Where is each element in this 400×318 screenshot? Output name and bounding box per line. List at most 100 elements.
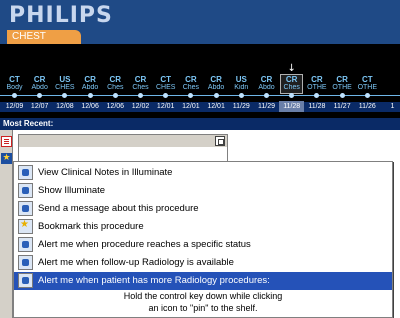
menu-item-label: Bookmark this procedure: [38, 221, 144, 232]
timeline-dot: [238, 93, 244, 98]
procedure-body-part: Abdo: [258, 84, 275, 91]
procedure-modality: US: [235, 75, 247, 84]
message-icon: [18, 201, 33, 216]
timeline-procedure[interactable]: CR OTHE 11/28: [304, 44, 329, 118]
timeline-procedure[interactable]: CT CHES 12/01: [153, 44, 178, 118]
procedure-date: 11/26: [358, 103, 376, 110]
timeline-dot: [364, 93, 370, 98]
procedure-date: 12/01: [182, 103, 200, 110]
menu-item-send-message[interactable]: Send a message about this procedure: [14, 200, 392, 218]
procedure-modality: CR: [134, 75, 147, 84]
procedure-date: 12/01: [156, 103, 175, 110]
timeline-dot: [188, 93, 194, 98]
procedure-body-part: Abdo: [81, 84, 99, 91]
most-recent-label: Most Recent:: [0, 118, 400, 130]
procedure-body-part: Ches: [132, 84, 149, 91]
timeline-dot: [289, 93, 295, 98]
procedure-date: 12/06: [106, 103, 125, 110]
timeline-dot: [213, 93, 219, 98]
menu-item-label: Show Illuminate: [38, 185, 106, 196]
illuminate-icon: [18, 183, 33, 198]
procedure-date: 12/01: [207, 103, 225, 110]
procedure-body-part: OTHE: [357, 84, 378, 91]
bookmark-icon: [18, 219, 33, 234]
timeline-dot: [163, 93, 169, 98]
procedure-modality: CR: [109, 75, 122, 84]
section-tab-chest[interactable]: CHEST: [7, 30, 81, 44]
menu-item-alert-more-procedures[interactable]: Alert me when patient has more Radiology…: [14, 272, 392, 290]
timeline-procedure[interactable]: CR Abdo 12/01: [204, 44, 229, 118]
menu-hint-line-1: Hold the control key down while clicking: [123, 291, 283, 301]
timeline-dot: [12, 93, 17, 98]
procedure-modality: US: [59, 75, 71, 84]
procedure-body-part: Kidn: [234, 84, 249, 91]
alert-followup-icon: [18, 255, 33, 270]
timeline-procedure[interactable]: CR Abdo 11/29: [254, 44, 279, 118]
procedure-body-part: Ches: [283, 84, 300, 91]
procedure-modality: CT: [361, 75, 373, 84]
menu-item-alert-followup[interactable]: Alert me when follow-up Radiology is ava…: [14, 254, 392, 272]
procedure-date: 12/08: [56, 103, 74, 110]
procedure-date: 11/27: [333, 103, 351, 110]
procedure-modality: CR: [84, 75, 96, 84]
procedure-date: 1: [390, 103, 395, 110]
philips-logo: PHILIPS: [9, 3, 113, 28]
procedure-body-part: Abdo: [207, 84, 225, 91]
timeline-procedure[interactable]: US CHES 12/08: [52, 44, 77, 118]
timeline-procedure[interactable]: ↓ CR Ches 11/28: [279, 44, 305, 118]
procedure-body-part: Body: [6, 84, 23, 91]
timeline-procedure[interactable]: US Kidn 11/29: [229, 44, 254, 118]
timeline-procedure[interactable]: CT Body 12/09: [2, 44, 27, 118]
maximize-icon[interactable]: [215, 136, 225, 146]
alert-status-icon: [18, 237, 33, 252]
notes-icon: [18, 165, 33, 180]
app-header: PHILIPS CHEST: [0, 0, 400, 44]
timeline-procedure[interactable]: CT OTHE 11/26: [355, 44, 380, 118]
menu-item-view-clinical-notes[interactable]: View Clinical Notes in Illuminate: [14, 164, 392, 182]
procedure-modality: CR: [285, 75, 298, 84]
procedure-date: 12/09: [5, 103, 24, 110]
procedure-window: [18, 134, 228, 162]
procedure-modality: CR: [260, 75, 273, 84]
menu-item-label: Alert me when patient has more Radiology…: [38, 275, 270, 286]
procedure-body-part: Abdo: [31, 84, 48, 91]
procedure-timeline: CT Body 12/09 CR Abdo 12/07 US CHES 12/08 CR Abdo 1…: [0, 44, 400, 118]
procedure-modality: CR: [33, 75, 46, 84]
timeline-dot: [138, 93, 143, 98]
context-menu: View Clinical Notes in Illuminate Show I…: [13, 161, 393, 318]
menu-item-alert-status[interactable]: Alert me when procedure reaches a specif…: [14, 236, 392, 254]
procedure-body-part: CHES: [55, 84, 75, 91]
timeline-procedure[interactable]: 1: [380, 44, 400, 118]
menu-hint: Hold the control key down while clicking…: [14, 290, 392, 314]
timeline-dot: [87, 93, 93, 98]
document-icon[interactable]: [1, 136, 12, 147]
menu-item-show-illuminate[interactable]: Show Illuminate: [14, 182, 392, 200]
procedure-modality: CR: [185, 75, 197, 84]
procedure-window-titlebar: [19, 135, 227, 147]
menu-item-bookmark[interactable]: Bookmark this procedure: [14, 218, 392, 236]
timeline-procedure[interactable]: CR Ches 12/06: [103, 44, 128, 118]
procedure-modality: CR: [311, 75, 323, 84]
procedure-date: 11/29: [232, 103, 250, 110]
procedure-modality: CT: [160, 75, 172, 84]
timeline-procedure[interactable]: CR Ches 12/01: [178, 44, 203, 118]
procedure-date: 12/07: [30, 103, 49, 110]
selection-arrow-icon: ↓: [287, 63, 296, 74]
timeline-dot: [339, 93, 345, 98]
procedure-body-part: OTHE: [307, 84, 327, 91]
star-icon[interactable]: ★: [1, 153, 12, 164]
timeline-procedure[interactable]: CR Ches 12/02: [128, 44, 153, 118]
procedure-modality: CR: [210, 75, 222, 84]
timeline-procedure[interactable]: CR OTHE 11/27: [330, 44, 355, 118]
timeline-dot: [112, 93, 118, 98]
menu-hint-line-2: an icon to "pin" to the shelf.: [148, 303, 258, 313]
procedure-body-part: Ches: [182, 84, 200, 91]
timeline-procedure[interactable]: CR Abdo 12/07: [27, 44, 52, 118]
alert-more-procedures-icon: [18, 273, 33, 288]
timeline-procedure[interactable]: CR Abdo 12/06: [78, 44, 103, 118]
procedure-date: 11/29: [258, 103, 275, 110]
procedure-modality: CR: [336, 75, 348, 84]
menu-item-label: View Clinical Notes in Illuminate: [38, 167, 173, 178]
procedure-date: 11/28: [283, 103, 301, 110]
procedure-modality: CT: [9, 75, 20, 84]
